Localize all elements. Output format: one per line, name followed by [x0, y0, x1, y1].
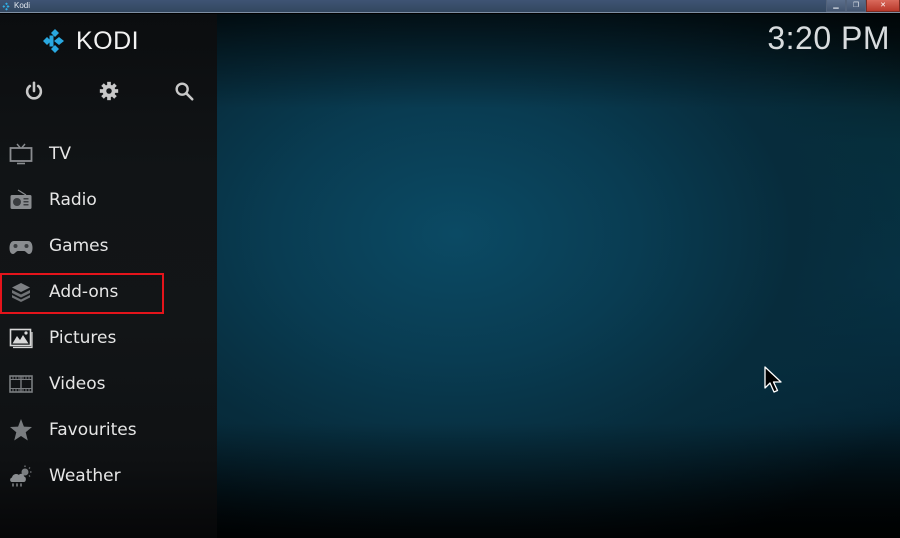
menu-item-weather[interactable]: Weather [0, 453, 217, 499]
menu-item-radio[interactable]: Radio [0, 177, 217, 223]
kodi-app: KODI TV Radio Games Add-ons Pictures Vid… [0, 14, 900, 538]
weather-icon [9, 464, 33, 488]
menu-item-label: TV [49, 144, 72, 164]
tv-icon [9, 142, 33, 166]
menu-item-label: Pictures [49, 328, 117, 348]
clock: 3:20 PM [767, 20, 890, 56]
close-icon: ✕ [880, 1, 886, 9]
close-button[interactable]: ✕ [866, 0, 900, 12]
kodi-logo-icon [43, 29, 64, 53]
main-background-area [217, 14, 900, 538]
search-icon [175, 82, 194, 101]
menu-item-label: Radio [49, 190, 97, 210]
sidebar: KODI TV Radio Games Add-ons Pictures Vid… [0, 14, 217, 538]
menu-item-label: Games [49, 236, 109, 256]
gamepad-icon [9, 234, 33, 258]
menu-item-addons[interactable]: Add-ons [0, 269, 217, 315]
gear-icon [99, 81, 119, 101]
menu-item-videos[interactable]: Videos [0, 361, 217, 407]
kodi-app-icon [2, 2, 10, 11]
window-title: Kodi [14, 1, 31, 10]
restore-icon: ❐ [852, 1, 860, 9]
film-icon [9, 372, 33, 396]
top-actions [0, 80, 217, 104]
menu-item-label: Favourites [49, 420, 137, 440]
menu-item-label: Weather [49, 466, 121, 486]
pictures-icon [9, 326, 33, 350]
mouse-cursor-icon [764, 366, 782, 393]
kodi-wordmark: KODI [76, 27, 140, 55]
search-button[interactable] [173, 80, 195, 102]
menu-item-label: Videos [49, 374, 106, 394]
minimize-icon: ▁ [833, 1, 839, 9]
star-icon [9, 418, 33, 442]
window-controls: ▁ ❐ ✕ [826, 0, 900, 12]
power-icon [25, 81, 43, 100]
menu-item-games[interactable]: Games [0, 223, 217, 269]
menu-item-pictures[interactable]: Pictures [0, 315, 217, 361]
restore-button[interactable]: ❐ [846, 0, 866, 12]
radio-icon [9, 188, 33, 212]
power-button[interactable] [23, 80, 45, 102]
addons-box-icon [9, 280, 33, 304]
menu-item-label: Add-ons [49, 282, 119, 302]
main-menu: TV Radio Games Add-ons Pictures Videos F… [0, 131, 217, 499]
menu-item-favourites[interactable]: Favourites [0, 407, 217, 453]
window-title-bar[interactable]: Kodi ▁ ❐ ✕ [0, 0, 900, 13]
minimize-button[interactable]: ▁ [826, 0, 846, 12]
settings-button[interactable] [98, 80, 120, 102]
kodi-logo: KODI [42, 28, 139, 54]
menu-item-tv[interactable]: TV [0, 131, 217, 177]
